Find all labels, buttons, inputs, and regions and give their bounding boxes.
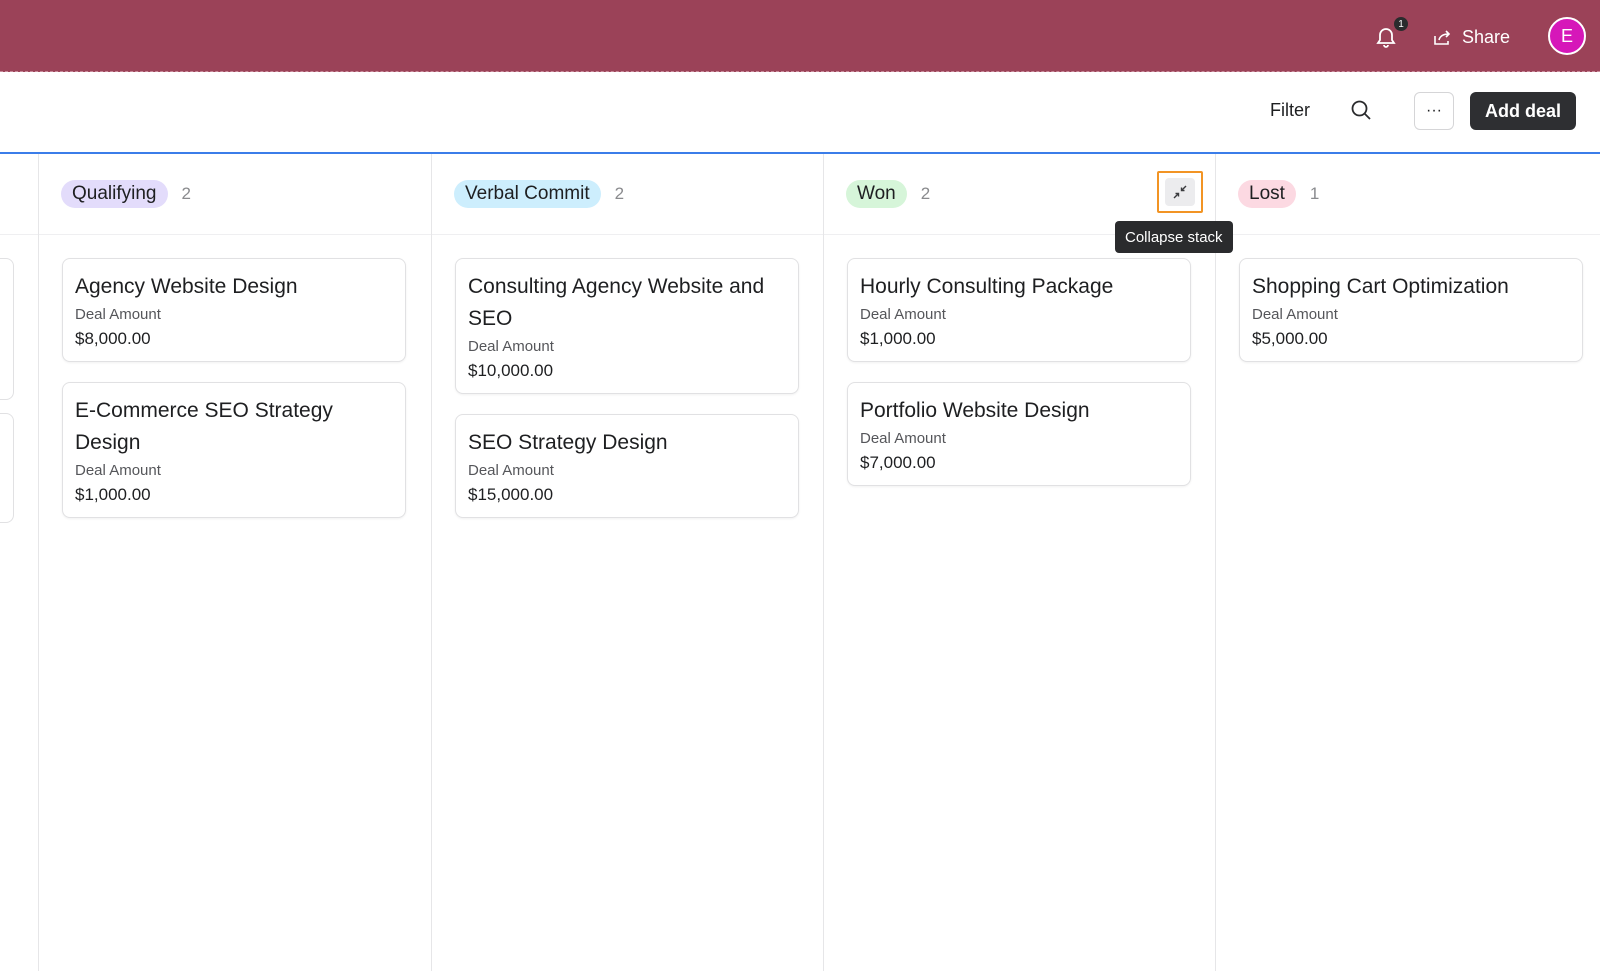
deal-card[interactable]: Hourly Consulting Package Deal Amount $1… <box>847 258 1191 362</box>
deal-card[interactable]: Shopping Cart Optimization Deal Amount $… <box>1239 258 1583 362</box>
kanban-board: Qualifying 2 Agency Website Design Deal … <box>0 154 1600 971</box>
stage-pill[interactable]: Won <box>846 180 907 208</box>
deal-amount: $1,000.00 <box>860 329 936 348</box>
more-options-button[interactable]: ··· <box>1414 92 1454 130</box>
column-lost: Lost 1 Shopping Cart Optimization Deal A… <box>1216 154 1600 971</box>
notification-count-badge: 1 <box>1393 16 1409 32</box>
collapse-icon-wrapper <box>1165 178 1195 206</box>
add-deal-button[interactable]: Add deal <box>1470 92 1576 130</box>
deal-amount: $7,000.00 <box>860 453 936 472</box>
deal-amount: $5,000.00 <box>1252 329 1328 348</box>
deal-amount: $8,000.00 <box>75 329 151 348</box>
column-header: Won 2 <box>846 180 930 208</box>
stage-count: 1 <box>1309 184 1320 203</box>
column-header: Verbal Commit 2 <box>454 180 624 208</box>
deal-card[interactable]: SEO Strategy Design Deal Amount $15,000.… <box>455 414 799 518</box>
deal-title: Shopping Cart Optimization <box>1252 275 1509 298</box>
user-avatar[interactable]: E <box>1548 17 1586 55</box>
collapse-stack-button[interactable] <box>1157 171 1203 213</box>
deal-amount-label: Deal Amount <box>75 462 161 479</box>
collapse-icon <box>1173 185 1187 199</box>
stage-count: 2 <box>181 184 191 203</box>
search-icon[interactable] <box>1349 98 1373 122</box>
column-qualifying: Qualifying 2 Agency Website Design Deal … <box>39 154 431 971</box>
filter-button[interactable]: Filter <box>1270 100 1310 121</box>
deal-title: Consulting Agency Website and SEO <box>468 275 765 330</box>
deal-title: SEO Strategy Design <box>468 431 668 454</box>
share-label: Share <box>1462 26 1511 47</box>
column-header: Qualifying 2 <box>61 180 191 208</box>
top-bar: 1 Share E <box>0 0 1600 72</box>
share-icon <box>1434 30 1451 45</box>
stage-count: 2 <box>920 184 931 203</box>
deal-card[interactable]: E-Commerce SEO Strategy Design Deal Amou… <box>62 382 406 518</box>
deal-amount-label: Deal Amount <box>468 462 554 479</box>
deal-card[interactable]: Agency Website Design Deal Amount $8,000… <box>62 258 406 362</box>
column-won: Won 2 Hourly Consulting Package Deal Amo… <box>824 154 1215 971</box>
deal-amount-label: Deal Amount <box>75 306 161 323</box>
stage-pill[interactable]: Qualifying <box>61 180 168 208</box>
share-button[interactable]: Share <box>1432 22 1510 52</box>
stage-pill[interactable]: Verbal Commit <box>454 180 601 208</box>
deal-amount-label: Deal Amount <box>1252 306 1338 323</box>
collapse-stack-tooltip: Collapse stack <box>1115 221 1233 253</box>
deal-title: Portfolio Website Design <box>860 399 1090 422</box>
column-header: Lost 1 <box>1238 180 1319 208</box>
offscreen-deal-card[interactable] <box>0 413 14 523</box>
deal-amount-label: Deal Amount <box>468 338 554 355</box>
offscreen-deal-card[interactable] <box>0 258 14 400</box>
stage-count: 2 <box>614 184 625 203</box>
deal-card[interactable]: Consulting Agency Website and SEO Deal A… <box>455 258 799 394</box>
deal-title: Agency Website Design <box>75 275 298 298</box>
board-toolbar: Filter ··· Add deal <box>0 72 1600 154</box>
stage-pill[interactable]: Lost <box>1238 180 1296 208</box>
deal-card[interactable]: Portfolio Website Design Deal Amount $7,… <box>847 382 1191 486</box>
deal-title: E-Commerce SEO Strategy Design <box>75 399 333 454</box>
deal-amount-label: Deal Amount <box>860 430 946 447</box>
deal-title: Hourly Consulting Package <box>860 275 1114 298</box>
deal-amount: $15,000.00 <box>468 485 554 504</box>
column-verbal-commit: Verbal Commit 2 Consulting Agency Websit… <box>432 154 823 971</box>
deal-amount: $10,000.00 <box>468 361 554 380</box>
deal-amount-label: Deal Amount <box>860 306 946 323</box>
deal-amount: $1,000.00 <box>75 485 151 504</box>
